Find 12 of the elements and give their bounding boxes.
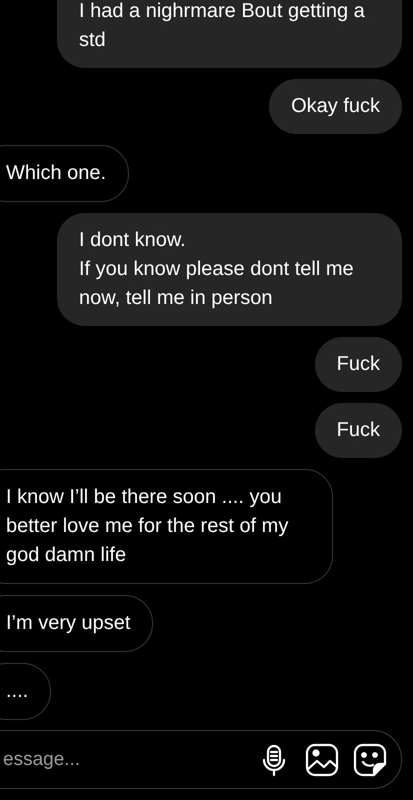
message-field[interactable]: essage... (1, 748, 243, 772)
message-bubble: Which one. (0, 145, 130, 202)
message-bubble: I’m very upset (0, 595, 154, 652)
message-bubble: I had a nighrmare Bout getting a std (57, 0, 402, 68)
message-bubble: .... (0, 663, 52, 720)
message-bubble: Fuck (314, 403, 402, 458)
message-bubble: Okay fuck (269, 79, 402, 134)
message-bubble: Fuck (314, 337, 402, 392)
message-bubble: I know I’ll be there soon .... you better love me for the rest of my god damn life (0, 469, 333, 584)
image-icon[interactable] (305, 742, 339, 776)
sticker-icon[interactable] (353, 742, 387, 776)
message-bubble: I dont know. If you know please dont tell me now, tell me in person (57, 213, 402, 326)
